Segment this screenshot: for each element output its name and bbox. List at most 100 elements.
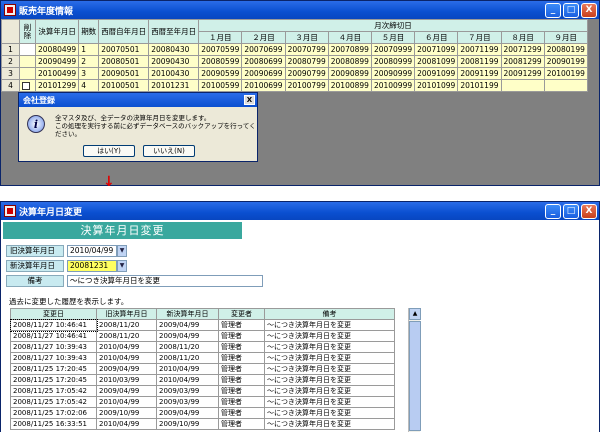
period-cell[interactable]: 4	[78, 79, 100, 92]
history-col-2: 新決算年月日	[156, 308, 219, 320]
month-close-cell[interactable]: 20100999	[370, 79, 416, 92]
month-close-cell[interactable]: 20080599	[198, 55, 243, 68]
table-row[interactable]: 3 20100499 3 20090501 20100430 20090599 200906…	[1, 67, 588, 80]
old-date-field[interactable]: 2010/04/99	[67, 245, 117, 257]
month-close-cell[interactable]: 20100599	[198, 79, 243, 92]
scroll-thumb[interactable]	[409, 321, 421, 431]
to-date-cell[interactable]: 20090430	[148, 55, 200, 68]
month-close-cell[interactable]	[500, 79, 545, 92]
settle-date-cell[interactable]: 20080499	[34, 43, 80, 56]
delete-checkbox[interactable]	[22, 82, 30, 90]
month-close-cell[interactable]: 20081099	[414, 55, 459, 68]
maximize-button[interactable]: □	[563, 2, 579, 18]
history-row[interactable]: 2008/11/27 10:46:41 2008/11/20 2009/04/99 管…	[9, 318, 395, 332]
period-cell[interactable]: 2	[78, 55, 100, 68]
close-button[interactable]: X	[581, 2, 597, 18]
month-close-cell[interactable]: 20091299	[500, 67, 545, 80]
minimize-button[interactable]: _	[545, 2, 561, 18]
month-close-cell[interactable]: 20090199	[543, 55, 588, 68]
month-close-cell[interactable]: 20100899	[327, 79, 372, 92]
dialog-close-button[interactable]: X	[244, 95, 255, 105]
month-close-cell[interactable]: 20101099	[414, 79, 459, 92]
month-close-cell[interactable]: 20090599	[198, 67, 243, 80]
settle-date-cell[interactable]: 20100499	[34, 67, 80, 80]
yes-button[interactable]: はい(Y)	[83, 145, 135, 157]
month-close-cell[interactable]: 20080699	[241, 55, 286, 68]
history-row[interactable]: 2008/11/25 17:20:45 2010/03/99 2010/04/99 管…	[10, 374, 395, 386]
history-row[interactable]: 2008/11/25 17:05:42 2010/04/99 2009/03/99 管…	[10, 396, 395, 408]
month-close-cell[interactable]: 20090899	[327, 67, 372, 80]
month-close-cell[interactable]: 20071299	[500, 43, 545, 56]
old-date-label: 旧決算年月日	[6, 245, 64, 257]
month-close-cell[interactable]: 20071099	[414, 43, 459, 56]
month-close-cell[interactable]: 20091199	[457, 67, 502, 80]
delete-cell[interactable]	[19, 67, 36, 80]
new-date-dropdown-icon[interactable]: ▼	[117, 260, 127, 272]
month-close-cell[interactable]: 20070899	[327, 43, 372, 56]
to-date-cell[interactable]: 20080430	[148, 43, 200, 56]
to-date-cell[interactable]: 20101231	[148, 79, 200, 92]
settle-change-titlebar[interactable]: 決算年月日変更 _ □ X	[1, 202, 599, 220]
settle-date-cell[interactable]: 20101299	[34, 79, 80, 92]
month-close-cell[interactable]: 20080799	[284, 55, 329, 68]
history-row[interactable]: 2008/11/25 17:05:42 2009/04/99 2009/03/99 管…	[10, 385, 395, 397]
history-cell: 2008/11/20	[96, 319, 157, 331]
month-close-cell[interactable]: 20080199	[543, 43, 588, 56]
delete-cell[interactable]	[19, 43, 36, 56]
sales-year-titlebar[interactable]: 販売年度情報 _ □ X	[1, 1, 599, 19]
row-header-corner	[1, 19, 20, 44]
history-scrollbar[interactable]: ▲	[408, 308, 421, 432]
month-close-cell[interactable]: 20090699	[241, 67, 286, 80]
close-button[interactable]: X	[581, 203, 597, 219]
dialog-titlebar[interactable]: 会社登録 X	[19, 93, 257, 107]
history-row[interactable]: 2008/11/27 10:46:41 2008/11/20 2009/04/99 管…	[10, 330, 395, 342]
minimize-button[interactable]: _	[545, 203, 561, 219]
scroll-up-icon[interactable]: ▲	[409, 308, 421, 320]
from-date-cell[interactable]: 20100501	[98, 79, 150, 92]
month-close-cell[interactable]: 20100799	[284, 79, 329, 92]
month-close-cell[interactable]: 20101199	[457, 79, 502, 92]
table-row[interactable]: 2 20090499 2 20080501 20090430 20080599 200806…	[1, 55, 588, 68]
history-row[interactable]: 2008/11/25 17:20:45 2009/04/99 2010/04/99 管…	[10, 363, 395, 375]
month-close-cell[interactable]: 20080899	[327, 55, 372, 68]
row-number: 4	[1, 79, 20, 92]
note-field[interactable]: ～につき決算年月日を変更	[67, 275, 263, 287]
table-row[interactable]: 4 20101299 4 20100501 20101231 20100599 201006…	[1, 79, 588, 92]
period-cell[interactable]: 1	[78, 43, 100, 56]
new-date-field[interactable]: 20081231	[67, 260, 117, 272]
delete-cell[interactable]	[19, 79, 36, 92]
history-row[interactable]: 2008/11/27 10:39:43 2010/04/99 2008/11/20 管…	[10, 352, 395, 364]
period-cell[interactable]: 3	[78, 67, 100, 80]
table-row[interactable]: 1 20080499 1 20070501 20080430 20070599 200706…	[1, 43, 588, 56]
maximize-button[interactable]: □	[563, 203, 579, 219]
delete-cell[interactable]	[19, 55, 36, 68]
month-close-cell[interactable]: 20071199	[457, 43, 502, 56]
to-date-cell[interactable]: 20100430	[148, 67, 200, 80]
old-date-dropdown-icon[interactable]: ▼	[117, 245, 127, 257]
month-close-cell[interactable]	[543, 79, 588, 92]
month-close-cell[interactable]: 20070599	[198, 43, 243, 56]
from-date-cell[interactable]: 20080501	[98, 55, 150, 68]
month-close-cell[interactable]: 20070999	[370, 43, 416, 56]
from-date-cell[interactable]: 20070501	[98, 43, 150, 56]
month-close-cell[interactable]: 20091099	[414, 67, 459, 80]
no-button[interactable]: いいえ(N)	[143, 145, 195, 157]
history-cell: 2008/11/25 17:02:06	[10, 407, 97, 419]
month-close-cell[interactable]: 20081299	[500, 55, 545, 68]
month-close-cell[interactable]: 20070799	[284, 43, 329, 56]
month-close-cell[interactable]: 20070699	[241, 43, 286, 56]
history-row[interactable]: 2008/11/27 10:39:43 2010/04/99 2008/11/20 管…	[10, 341, 395, 353]
settle-date-cell[interactable]: 20090499	[34, 55, 80, 68]
month-close-cell[interactable]: 20100699	[241, 79, 286, 92]
history-cell: 管理者	[218, 418, 265, 430]
month-close-cell[interactable]: 20100199	[543, 67, 588, 80]
from-date-cell[interactable]: 20090501	[98, 67, 150, 80]
month-close-cell[interactable]: 20080999	[370, 55, 416, 68]
history-row[interactable]: 2008/11/25 17:02:06 2009/10/99 2009/04/99 管…	[10, 407, 395, 419]
month-close-cell[interactable]: 20090799	[284, 67, 329, 80]
history-col-3: 変更者	[218, 308, 265, 320]
month-close-cell[interactable]: 20081199	[457, 55, 502, 68]
history-row[interactable]: 2008/11/25 16:33:51 2010/04/99 2009/10/99 管…	[10, 418, 395, 430]
history-cell: 2008/11/20	[96, 330, 157, 342]
month-close-cell[interactable]: 20090999	[370, 67, 416, 80]
